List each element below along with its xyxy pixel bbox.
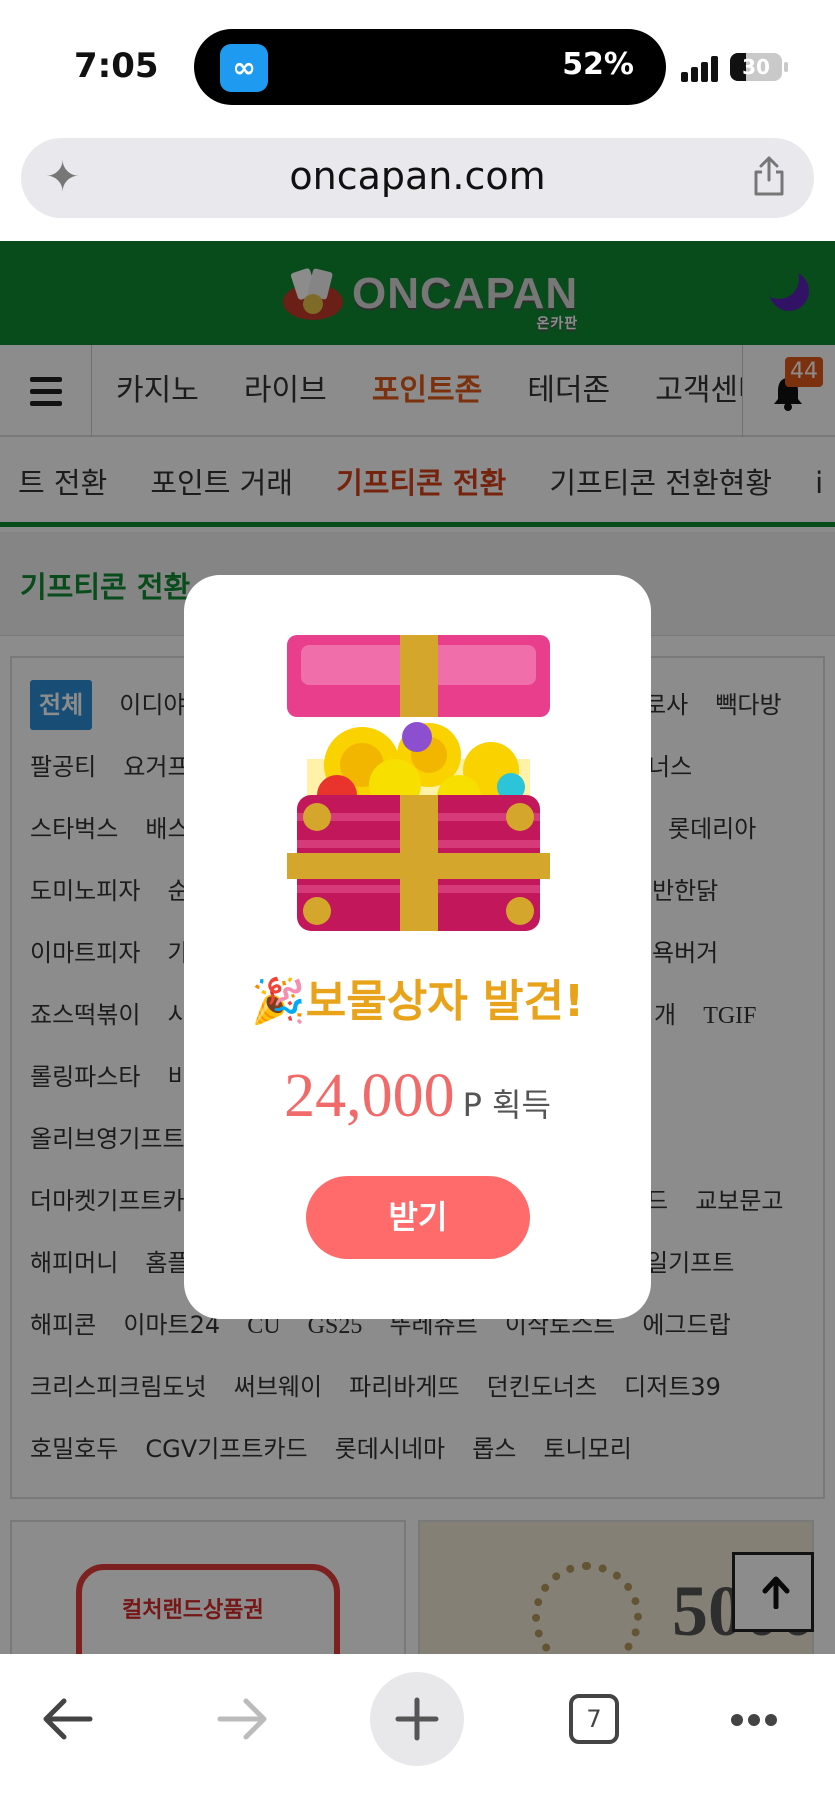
signal-icon [681, 56, 721, 82]
infinity-app-icon: ∞ [220, 44, 268, 92]
battery-level: 30 [742, 55, 770, 79]
status-time: 7:05 [74, 46, 159, 86]
party-popper-icon: 🎉 [250, 976, 306, 1027]
treasure-chest-icon [287, 635, 550, 931]
plus-icon [395, 1697, 439, 1741]
treasure-popup: 🎉보물상자 발견! 24,000 P 획득 받기 [184, 575, 651, 1319]
browser-toolbar: 7 [0, 1654, 835, 1816]
address-bar[interactable]: ✦ oncapan.com [21, 138, 814, 218]
receive-button[interactable]: 받기 [306, 1176, 530, 1259]
new-tab-button[interactable] [370, 1672, 464, 1766]
popup-title-text: 보물상자 발견! [305, 976, 585, 1027]
back-arrow-icon [43, 1698, 93, 1740]
battery-nub [784, 62, 788, 72]
points-value: 24,000 [284, 1062, 455, 1130]
points-unit: P 획득 [462, 1086, 551, 1124]
more-options-icon[interactable] [707, 1672, 801, 1766]
tabs-button[interactable]: 7 [546, 1672, 640, 1766]
dynamic-island: ∞ 52% [194, 29, 666, 105]
share-icon[interactable] [752, 156, 786, 196]
back-button[interactable] [20, 1672, 114, 1766]
island-battery-percent: 52% [562, 47, 634, 82]
forward-arrow-icon [217, 1698, 267, 1740]
tab-count: 7 [569, 1694, 619, 1744]
url-text[interactable]: oncapan.com [21, 154, 814, 198]
popup-title: 🎉보물상자 발견! [184, 965, 651, 1029]
points-line: 24,000 P 획득 [184, 1061, 651, 1132]
forward-button[interactable] [196, 1672, 290, 1766]
battery-icon: 30 [730, 53, 782, 81]
status-bar: 7:05 ∞ 52% 30 [0, 0, 835, 130]
